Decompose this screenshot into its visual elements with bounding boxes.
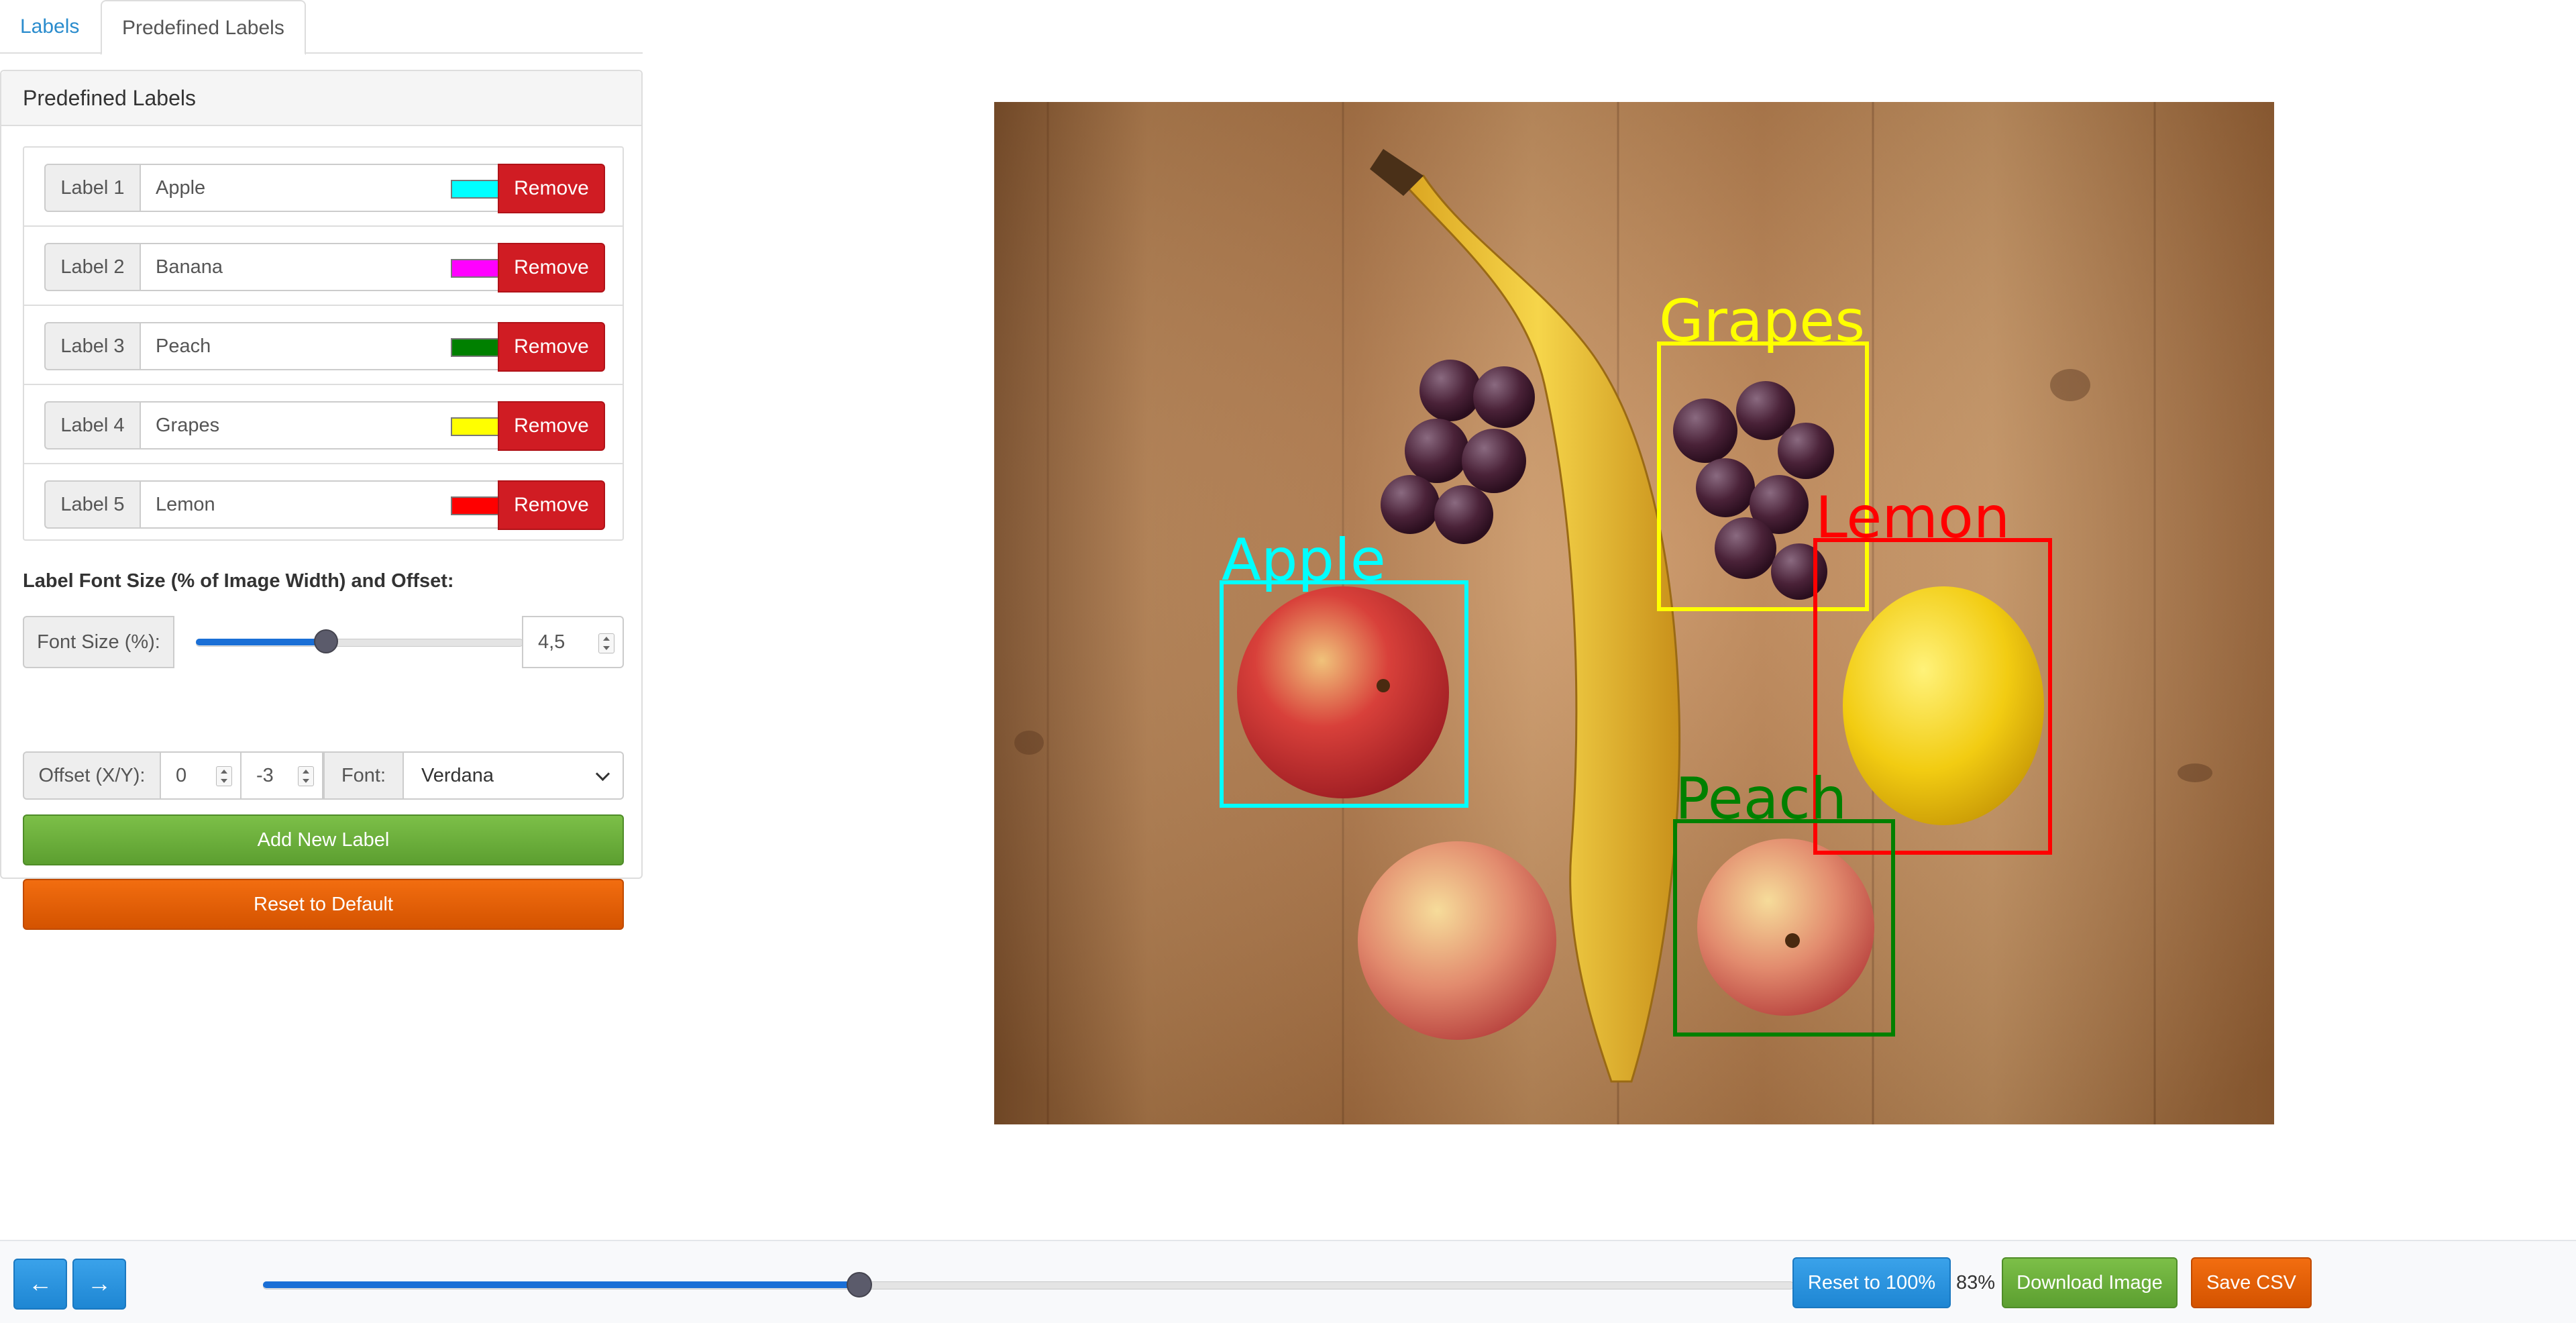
offset-group: Offset (X/Y): 0 -3 Font: Verdana [23, 751, 624, 800]
label-name-input[interactable] [140, 401, 436, 449]
label-name-input[interactable] [140, 480, 436, 529]
download-image-button[interactable]: Download Image [2002, 1257, 2178, 1308]
tab-bar: Labels Predefined Labels [0, 0, 643, 55]
remove-label-button[interactable]: Remove [498, 480, 605, 530]
arrow-right-icon: → [87, 1269, 111, 1297]
annotation-label: Peach [1675, 765, 1847, 833]
chevron-down-icon [595, 766, 610, 782]
label-name-input[interactable] [140, 243, 436, 291]
label-row: Label 2 Remove [24, 227, 623, 306]
label-index: Label 5 [44, 480, 141, 529]
label-index: Label 3 [44, 322, 141, 370]
peach-unlabelled [1358, 841, 1556, 1040]
spinner-icon[interactable] [216, 766, 232, 786]
offset-y-value: -3 [256, 765, 274, 786]
annotation-label: Apple [1222, 527, 1386, 594]
label-index: Label 1 [44, 164, 141, 212]
offset-x-input[interactable]: 0 [160, 751, 241, 800]
color-swatch [451, 496, 503, 515]
spinner-icon[interactable] [298, 766, 314, 786]
font-select[interactable]: Verdana [402, 751, 624, 800]
color-swatch [451, 417, 503, 436]
spinner-icon[interactable] [598, 633, 614, 653]
remove-label-button[interactable]: Remove [498, 322, 605, 372]
next-image-button[interactable]: → [72, 1259, 126, 1310]
zoom-slider-thumb[interactable] [847, 1272, 873, 1298]
font-settings-title: Label Font Size (% of Image Width) and O… [23, 570, 454, 592]
slider-fill [196, 639, 327, 645]
annotation-label: Lemon [1815, 484, 2010, 551]
add-new-label-button[interactable]: Add New Label [23, 814, 624, 865]
offset-y-input[interactable]: -3 [240, 751, 323, 800]
offset-label: Offset (X/Y): [23, 751, 161, 800]
font-label: Font: [323, 751, 404, 800]
peach [1697, 839, 1874, 1016]
label-index: Label 2 [44, 243, 141, 291]
font-size-group: Font Size (%): 4,5 [23, 616, 624, 668]
label-list: Label 1 Remove Label 2 Remove Label 3 Re… [23, 146, 624, 541]
annotated-photo: Apple Grapes Lemon Peach [994, 102, 2274, 1124]
offset-x-value: 0 [176, 765, 187, 786]
annotation-label: Grapes [1659, 288, 1865, 355]
arrow-left-icon: ← [28, 1269, 52, 1297]
label-row: Label 1 Remove [24, 148, 623, 227]
predefined-labels-panel: Predefined Labels Label 1 Remove Label 2… [0, 70, 643, 930]
color-swatch [451, 338, 503, 357]
remove-label-button[interactable]: Remove [498, 401, 605, 451]
label-name-input[interactable] [140, 164, 436, 212]
tab-predefined-labels[interactable]: Predefined Labels [101, 0, 306, 55]
apple [1237, 586, 1449, 798]
color-swatch [451, 180, 503, 199]
lemon [1843, 586, 2044, 825]
tab-labels[interactable]: Labels [0, 0, 99, 54]
font-size-label: Font Size (%): [23, 616, 174, 668]
remove-label-button[interactable]: Remove [498, 164, 605, 213]
zoom-slider-fill [263, 1281, 860, 1288]
image-canvas[interactable]: Apple Grapes Lemon Peach [994, 102, 2274, 1124]
reset-to-default-button[interactable]: Reset to Default [23, 879, 624, 930]
font-size-slider[interactable] [174, 616, 523, 668]
font-size-value: 4,5 [538, 631, 566, 653]
reset-zoom-button[interactable]: Reset to 100% [1792, 1257, 1951, 1308]
bottom-toolbar: ← → Reset to 100% 83% Download Image Sav… [0, 1240, 2576, 1323]
label-row: Label 3 Remove [24, 306, 623, 385]
previous-image-button[interactable]: ← [13, 1259, 67, 1310]
remove-label-button[interactable]: Remove [498, 243, 605, 293]
color-swatch [451, 259, 503, 278]
slider-thumb[interactable] [314, 629, 339, 653]
zoom-level: 83% [1956, 1272, 1996, 1293]
label-index: Label 4 [44, 401, 141, 449]
panel-title: Predefined Labels [1, 71, 641, 126]
label-row: Label 5 Remove [24, 464, 623, 543]
font-size-input[interactable]: 4,5 [522, 616, 624, 668]
save-csv-button[interactable]: Save CSV [2191, 1257, 2312, 1308]
label-row: Label 4 Remove [24, 385, 623, 464]
font-select-value: Verdana [421, 765, 494, 786]
label-name-input[interactable] [140, 322, 436, 370]
